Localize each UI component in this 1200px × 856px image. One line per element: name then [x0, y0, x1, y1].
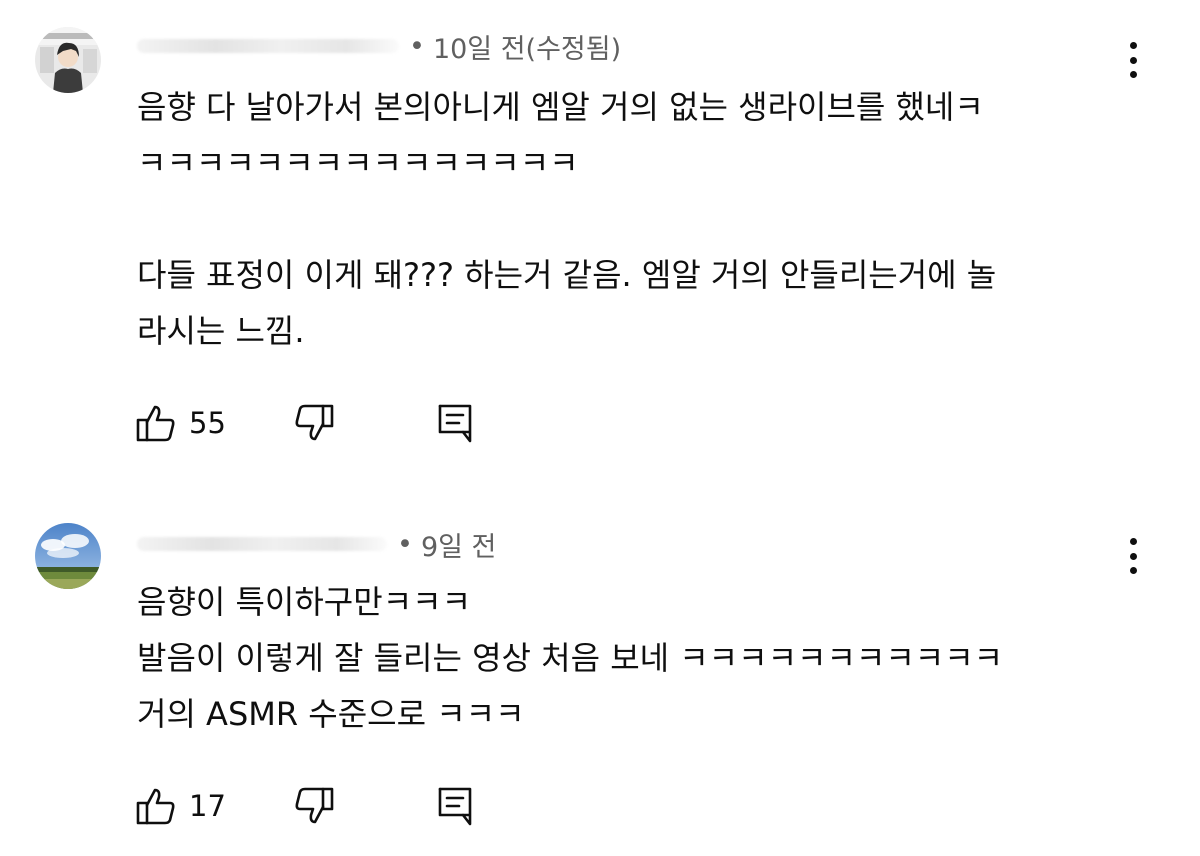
like-count: 17 — [189, 789, 226, 823]
like-button[interactable]: 17 — [135, 784, 226, 828]
thumbs-down-icon — [295, 787, 334, 824]
comment-text: 음향이 특이하구만ㅋㅋㅋ 발음이 이렇게 잘 들리는 영상 처음 보네 ㅋㅋㅋㅋ… — [137, 583, 1004, 733]
reply-comment-icon — [438, 404, 472, 443]
more-vertical-icon — [1129, 538, 1137, 545]
thumbs-up-icon — [136, 405, 175, 442]
comment-meta: • 10일 전(수정됨) — [137, 27, 621, 66]
comment-actions: 17 — [135, 784, 535, 828]
like-count: 55 — [189, 406, 226, 440]
thumbs-up-icon — [136, 788, 175, 825]
like-button[interactable]: 55 — [135, 401, 226, 445]
avatar[interactable] — [35, 27, 101, 93]
comment-meta: • 9일 전 — [137, 525, 496, 564]
reply-button[interactable] — [435, 401, 475, 445]
author-handle-obscured[interactable] — [137, 39, 399, 53]
author-handle-obscured[interactable] — [137, 537, 387, 551]
more-actions-button[interactable] — [1118, 38, 1148, 82]
dislike-button[interactable] — [293, 784, 335, 828]
thumbs-down-icon — [295, 404, 334, 441]
comment-actions: 55 — [135, 401, 535, 445]
comment-text: 음향 다 날아가서 본의아니게 엠알 거의 없는 생라이브를 했네ㅋ ㅋㅋㅋㅋㅋ… — [137, 88, 997, 350]
comment-timestamp[interactable]: 9일 전 — [421, 525, 496, 564]
avatar[interactable] — [35, 523, 101, 589]
reply-button[interactable] — [435, 784, 475, 828]
more-vertical-icon — [1129, 42, 1137, 49]
meta-separator: • — [409, 30, 425, 62]
more-actions-button[interactable] — [1118, 534, 1148, 578]
meta-separator: • — [397, 528, 413, 560]
dislike-button[interactable] — [293, 401, 335, 445]
comment-timestamp[interactable]: 10일 전(수정됨) — [433, 27, 621, 66]
reply-comment-icon — [438, 787, 472, 826]
